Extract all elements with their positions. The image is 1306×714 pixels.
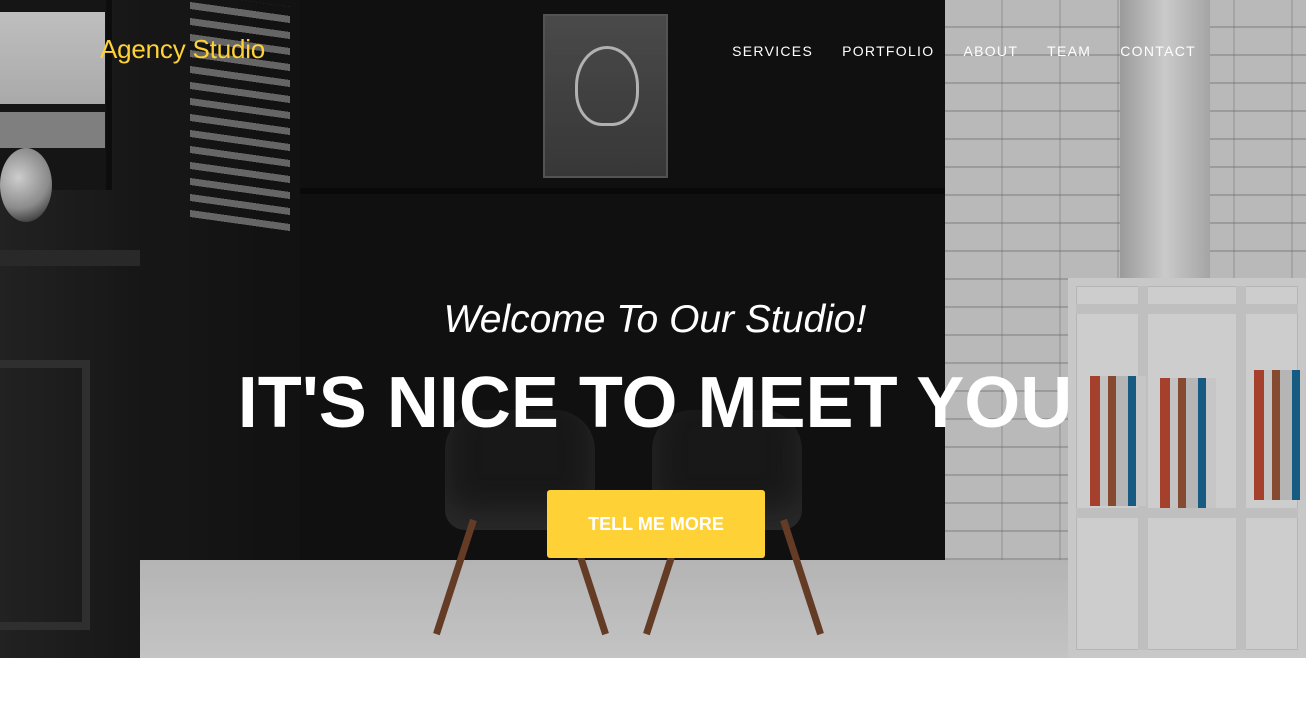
nav-menu: SERVICES PORTFOLIO ABOUT TEAM CONTACT	[732, 43, 1196, 59]
brand-logo-link[interactable]: Agency Studio	[100, 34, 265, 65]
hero-lead-text: Welcome To Our Studio!	[443, 298, 867, 341]
nav-link-team[interactable]: TEAM	[1047, 43, 1091, 59]
nav-link-about[interactable]: ABOUT	[963, 43, 1018, 59]
nav-link-services[interactable]: SERVICES	[732, 43, 813, 59]
nav-link-contact[interactable]: CONTACT	[1120, 43, 1196, 59]
tell-me-more-button[interactable]: TELL ME MORE	[547, 490, 765, 558]
main-navbar: Agency Studio SERVICES PORTFOLIO ABOUT T…	[0, 0, 1306, 100]
hero-section: Agency Studio SERVICES PORTFOLIO ABOUT T…	[0, 0, 1306, 658]
nav-link-portfolio[interactable]: PORTFOLIO	[842, 43, 934, 59]
hero-heading: IT'S NICE TO MEET YOU	[237, 363, 1073, 443]
